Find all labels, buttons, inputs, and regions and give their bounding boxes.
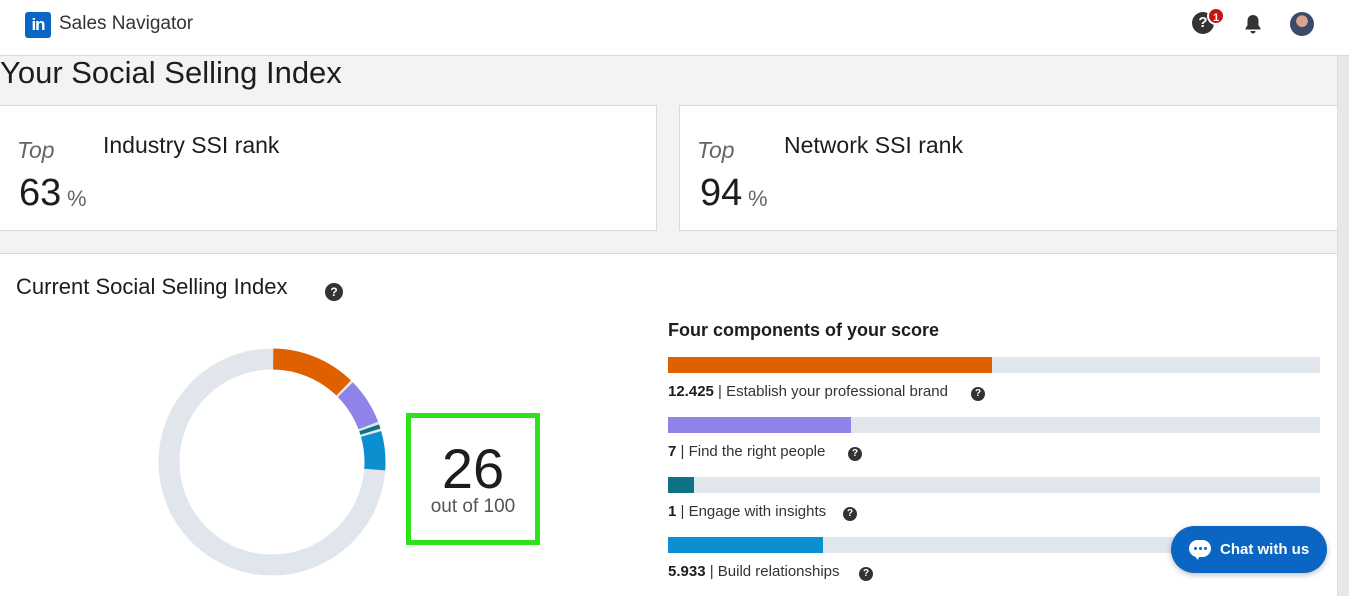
component-bar-brand (668, 357, 993, 373)
component-label: 5.933 | Build relationships (668, 563, 840, 580)
rank-unit: % (67, 186, 87, 211)
component-track (668, 357, 1320, 373)
top-navbar: in Sales Navigator ? 1 (0, 0, 1349, 56)
help-icon[interactable]: ? (325, 283, 343, 301)
component-label: 12.425 | Establish your professional bra… (668, 383, 948, 400)
linkedin-logo-icon[interactable]: in (25, 12, 51, 38)
components-title: Four components of your score (668, 320, 940, 340)
component-name: Engage with insights (688, 503, 827, 520)
ssi-title: Current Social Selling Index (16, 274, 288, 299)
component-bar-insights (668, 477, 695, 493)
rank-prefix: Top (697, 137, 735, 163)
ssi-score-box: 26 out of 100 (406, 413, 540, 545)
rank-prefix: Top (17, 137, 55, 163)
ssi-score-value: 26 (441, 437, 505, 500)
component-row-insights: 1 | Engage with insights ? (668, 477, 1320, 522)
component-name: Find the right people (688, 443, 826, 460)
component-bar-people (668, 417, 851, 433)
component-name: Build relationships (717, 563, 840, 580)
current-ssi-panel: Current Social Selling Index ? 26 out of… (0, 253, 1337, 596)
help-icon[interactable]: ? (859, 567, 873, 581)
scrollbar[interactable] (1337, 56, 1349, 596)
component-value: 7 (668, 443, 677, 460)
help-icon[interactable]: ? (971, 387, 985, 401)
network-rank-value: 94 (700, 172, 743, 214)
network-rank-card: Top 94 % Network SSI rank (679, 105, 1337, 231)
component-value: 5.933 (668, 563, 706, 580)
avatar[interactable] (1290, 12, 1314, 36)
page-title: Your Social Selling Index (0, 55, 342, 90)
chat-with-us-button[interactable]: Chat with us (1171, 526, 1327, 573)
component-track (668, 417, 1320, 433)
component-value: 12.425 (668, 383, 714, 400)
donut-arc-people (337, 382, 379, 430)
app-brand[interactable]: Sales Navigator (59, 13, 193, 35)
bell-icon[interactable] (1241, 12, 1265, 36)
component-name: Establish your professional brand (726, 383, 948, 400)
donut-track (158, 348, 386, 576)
help-icon[interactable]: ? (848, 447, 862, 461)
component-label: 7 | Find the right people (668, 443, 826, 460)
help-icon[interactable]: ? (843, 507, 857, 521)
donut-arc-relationships (360, 431, 386, 471)
industry-rank-card: Top 63 % Industry SSI rank (0, 105, 657, 231)
donut-arc-insights (359, 424, 381, 435)
industry-rank-label: Industry SSI rank (103, 132, 280, 158)
chat-bubble-icon (1189, 540, 1211, 560)
donut-arc-brand (272, 348, 351, 396)
component-value: 1 (668, 503, 677, 520)
component-bar-relationships (668, 537, 823, 553)
industry-rank-value: 63 (19, 172, 62, 214)
ssi-score-max: out of 100 (430, 496, 516, 517)
rank-unit: % (748, 186, 768, 211)
chat-label: Chat with us (1220, 541, 1310, 558)
notification-badge: 1 (1207, 7, 1225, 25)
network-rank-label: Network SSI rank (784, 132, 963, 158)
component-row-people: 7 | Find the right people ? (668, 417, 1320, 462)
component-label: 1 | Engage with insights (668, 503, 827, 520)
component-row-brand: 12.425 | Establish your professional bra… (668, 357, 1320, 402)
component-track (668, 477, 1320, 493)
ssi-donut-chart (158, 348, 386, 576)
